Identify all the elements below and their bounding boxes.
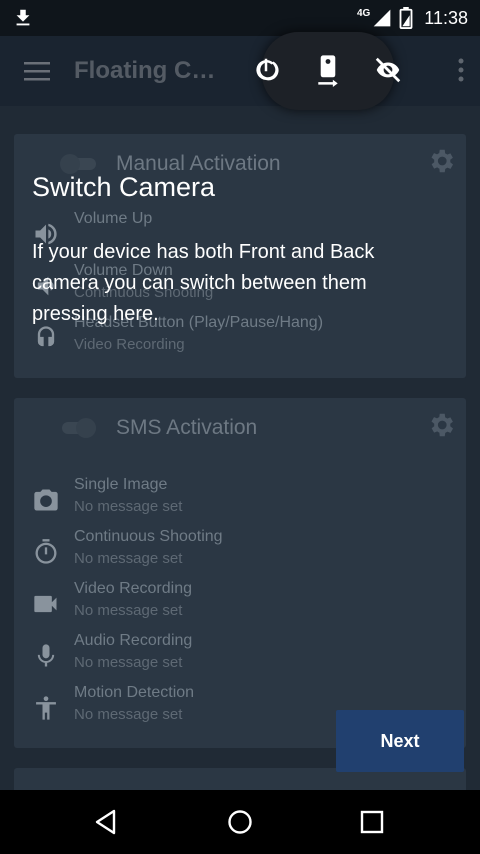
recents-icon — [360, 810, 384, 834]
row-title: Motion Detection — [74, 684, 195, 701]
power-icon — [256, 58, 279, 81]
row-title: Audio Recording — [74, 632, 193, 649]
row-title: Continuous Shooting — [74, 528, 223, 545]
timer-icon — [35, 539, 57, 564]
network-type: 4G — [356, 7, 371, 19]
switch-camera-button[interactable] — [308, 50, 348, 90]
menu-icon — [24, 62, 50, 81]
clock: 11:38 — [424, 7, 468, 28]
videocam-icon — [34, 595, 57, 613]
recents-button[interactable] — [352, 802, 392, 842]
visibility-off-icon — [375, 57, 401, 83]
visibility-off-button[interactable] — [368, 50, 408, 90]
navigation-bar — [0, 790, 480, 854]
status-bar: 4G 11:38 — [0, 0, 480, 36]
list-item[interactable]: Audio Recording No message set — [14, 628, 466, 680]
content-area: Manual Activation Volume Up Volume Down … — [0, 106, 480, 808]
list-item[interactable]: Video Recording No message set — [14, 576, 466, 628]
next-button[interactable]: Next — [336, 710, 464, 772]
gear-icon[interactable] — [426, 146, 456, 176]
power-button[interactable] — [246, 50, 286, 90]
mic-icon — [37, 644, 55, 667]
home-icon — [228, 810, 252, 834]
more-vert-icon — [458, 58, 464, 82]
person-icon — [36, 696, 56, 720]
back-button[interactable] — [86, 802, 126, 842]
row-subtitle: No message set — [74, 654, 183, 671]
battery-icon — [399, 7, 413, 29]
row-title: Video Recording — [74, 580, 193, 597]
toggle-switch[interactable] — [58, 416, 98, 440]
signal-icon — [373, 9, 391, 27]
overflow-menu-button[interactable] — [458, 58, 464, 87]
list-item[interactable]: Single Image No message set — [14, 472, 466, 524]
row-subtitle: No message set — [74, 706, 183, 723]
row-subtitle: No message set — [74, 498, 183, 515]
card-title: SMS Activation — [116, 416, 258, 439]
switch-camera-icon — [318, 55, 338, 87]
sms-activation-card: SMS Activation Single Image No message s… — [14, 398, 466, 748]
row-title: Single Image — [74, 476, 168, 493]
list-item[interactable]: Continuous Shooting No message set — [14, 524, 466, 576]
tutorial-title: Switch Camera — [32, 172, 216, 202]
row-title: Volume Up — [74, 210, 153, 227]
gear-icon[interactable] — [426, 410, 456, 440]
camera-icon — [34, 489, 58, 511]
row-subtitle: No message set — [74, 602, 183, 619]
back-icon — [95, 809, 116, 835]
home-button[interactable] — [220, 802, 260, 842]
row-subtitle: Video Recording — [74, 336, 185, 353]
app-title: Floating C… — [74, 57, 216, 84]
tutorial-spotlight — [256, 32, 401, 110]
row-subtitle: No message set — [74, 550, 183, 567]
download-icon — [16, 9, 30, 26]
menu-button[interactable] — [0, 36, 74, 106]
card-header: SMS Activation — [14, 398, 466, 458]
app-bar: Floating C… — [0, 36, 480, 106]
tutorial-body: If your device has both Front and Back c… — [32, 241, 375, 325]
